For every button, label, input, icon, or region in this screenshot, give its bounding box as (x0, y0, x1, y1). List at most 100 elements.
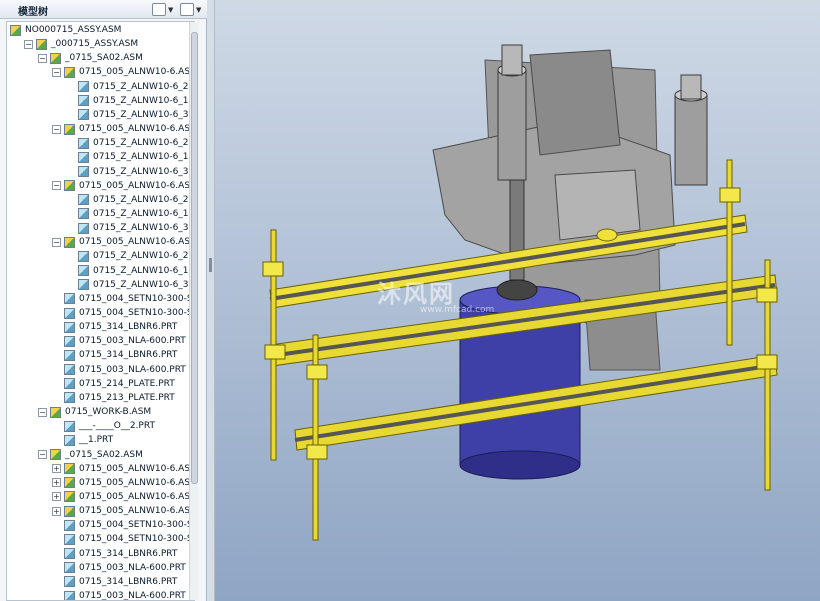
tree-item-part[interactable]: 0715_003_NLA-600.PRT (52, 561, 186, 575)
tree-item-label: 0715_Z_ALNW10-6_3.PRT (93, 279, 194, 290)
tree-item-part[interactable]: 0715_214_PLATE.PRT (52, 377, 175, 391)
tree-item-part[interactable]: 0715_003_NLA-600.PRT (52, 589, 186, 601)
assembly-icon (36, 38, 47, 50)
tree-item-assembly[interactable]: +0715_005_ALNW10-6.ASM (52, 490, 194, 504)
clamp-1-shape (262, 261, 284, 277)
right-cylinder-shape (674, 94, 708, 186)
tree-item-assembly[interactable]: − _0715_SA02.ASM (38, 51, 143, 65)
collapse-icon[interactable]: − (38, 53, 47, 63)
tree-item-part[interactable]: 0715_Z_ALNW10-6_1.PRT (66, 207, 194, 221)
tree-item-label: 0715_003_NLA-600.PRT (79, 591, 186, 601)
tree-item-assembly[interactable]: − 0715_005_ALNW10-6.ASM (52, 235, 195, 249)
tree-item-part[interactable]: __1.PRT (52, 433, 113, 447)
collapse-icon[interactable]: − (24, 39, 33, 49)
assembly-model-render[interactable] (215, 0, 820, 601)
part-icon (64, 562, 75, 574)
tree-item-part[interactable]: 0715_003_NLA-600.PRT (52, 363, 186, 377)
expand-icon[interactable]: + (52, 506, 61, 516)
tree-item-part[interactable]: 0715_314_LBNR6.PRT (52, 348, 177, 362)
tree-item-part[interactable]: 0715_314_LBNR6.PRT (52, 547, 177, 561)
left-cylinder-head-shape (501, 44, 523, 76)
tree-item-assembly[interactable]: +0715_005_ALNW10-6.ASM (52, 462, 194, 476)
tree-item-assembly[interactable]: +0715_005_ALNW10-6.ASM (52, 476, 195, 490)
tree-scrollbar[interactable] (189, 22, 198, 600)
clamp-2-shape (264, 344, 286, 360)
tree-item-label: 0715_Z_ALNW10-6_2.PRT (93, 194, 194, 205)
tree-item-label: 0715_Z_ALNW10-6_2.PRT (93, 81, 194, 92)
tree-item-part[interactable]: 0715_Z_ALNW10-6_2.PRT (66, 249, 194, 263)
tree-item-assembly[interactable]: − 0715_005_ALNW10-6.ASM (52, 179, 194, 193)
tree-item-label: 0715_005_ALNW10-6.ASM (79, 237, 195, 248)
tree-item-label: 0715_004_SETN10-300-SC10-I (79, 308, 194, 318)
tree-item-label: 0715_003_NLA-600.PRT (79, 562, 186, 573)
tree-item-assembly[interactable]: +0715_005_ALNW10-6.ASM (52, 504, 194, 518)
tree-item-part[interactable]: 0715_Z_ALNW10-6_3.PRT (66, 108, 194, 122)
tree-item-part[interactable]: 0715_Z_ALNW10-6_3.PRT (66, 165, 194, 179)
expand-icon[interactable]: + (52, 464, 61, 474)
tree-item-part[interactable]: 0715_Z_ALNW10-6_3.PRT (66, 221, 194, 235)
tree-item-part[interactable]: 0715_Z_ALNW10-6_1.PRT (66, 94, 194, 108)
expand-icon[interactable]: + (52, 492, 61, 502)
collapse-icon[interactable]: − (52, 67, 61, 77)
tree-scrollbar-thumb[interactable] (191, 32, 198, 484)
tree-item-part[interactable]: 0715_004_SETN10-300-SC10-I (52, 532, 194, 546)
tree-item-assembly[interactable]: − 0715_WORK-B.ASM (38, 405, 151, 419)
tree-item-part[interactable]: 0715_213_PLATE.PRT (52, 391, 175, 405)
part-icon (64, 434, 75, 446)
collapse-icon[interactable]: − (38, 407, 47, 417)
tree-item-part[interactable]: 0715_003_NLA-600.PRT (52, 334, 186, 348)
tree-item-assembly[interactable]: NO000715_ASSY.ASM (10, 23, 121, 37)
expand-icon[interactable]: + (52, 478, 61, 488)
part-icon (64, 293, 75, 305)
tree-item-label: 0715_005_ALNW10-6.ASM (79, 477, 195, 488)
3d-viewport[interactable]: 沐风网 www.mfcad.com (215, 0, 820, 601)
housing-block-shape (529, 49, 621, 156)
collapse-icon[interactable]: − (52, 181, 61, 191)
clamp-4-shape (306, 444, 328, 460)
collapse-icon[interactable]: − (52, 124, 61, 134)
tree-item-part[interactable]: ___-____O__2.PRT (52, 419, 155, 433)
tree-item-part[interactable]: 0715_Z_ALNW10-6_2.PRT (66, 136, 194, 150)
collapse-icon[interactable]: − (52, 237, 61, 247)
tree-item-label: ___-____O__2.PRT (79, 421, 155, 432)
tree-item-part[interactable]: 0715_Z_ALNW10-6_3.PRT (66, 278, 194, 292)
tree-item-part[interactable]: 0715_004_SETN10-300-SC10-I (52, 292, 194, 306)
watermark-url: www.mfcad.com (420, 305, 495, 315)
part-icon (78, 109, 89, 121)
part-icon (78, 265, 89, 277)
tree-item-part[interactable]: 0715_Z_ALNW10-6_2.PRT (66, 80, 194, 94)
clamp-3-shape (306, 364, 328, 380)
tree-item-assembly[interactable]: − _000715_ASSY.ASM (24, 37, 138, 51)
tree-item-part[interactable]: 0715_Z_ALNW10-6_1.PRT (66, 264, 194, 278)
tree-item-part[interactable]: 0715_314_LBNR6.PRT (52, 575, 177, 589)
tree-item-assembly[interactable]: − _0715_SA02.ASM (38, 448, 143, 462)
tree-item-assembly[interactable]: − 0715_005_ALNW10-6.ASM (52, 122, 194, 136)
tree-item-label: 0715_213_PLATE.PRT (79, 392, 175, 403)
part-icon (78, 137, 89, 149)
panel-splitter[interactable] (207, 0, 215, 601)
part-icon (78, 81, 89, 93)
part-icon (64, 364, 75, 376)
collapse-icon[interactable]: − (38, 450, 47, 459)
clamp-7-shape (756, 354, 778, 370)
tree-item-part[interactable]: 0715_004_SETN10-300-SC10-I (52, 518, 194, 532)
tree-display-button[interactable]: ▼ (180, 2, 201, 17)
tree-item-label: 0715_005_ALNW10-6.ASM (79, 67, 195, 78)
part-icon (64, 349, 75, 361)
assembly-icon (64, 236, 75, 248)
tree-item-part[interactable]: 0715_Z_ALNW10-6_2.PRT (66, 193, 194, 207)
model-tree-header: 模型树 ▼ ▼ (0, 0, 207, 19)
splitter-grip[interactable] (209, 258, 212, 272)
tree-settings-button[interactable]: ▼ (152, 2, 173, 17)
tree-item-label: 0715_Z_ALNW10-6_1.PRT (93, 265, 194, 276)
part-icon (64, 378, 75, 390)
clamp-5-shape (719, 187, 741, 203)
tree-item-part[interactable]: 0715_004_SETN10-300-SC10-I (52, 306, 194, 320)
left-cylinder-shape (497, 69, 527, 181)
tree-item-assembly[interactable]: − 0715_005_ALNW10-6.ASM (52, 65, 195, 79)
model-tree-list[interactable]: NO000715_ASSY.ASM − _000715_ASSY.ASM − _0715… (6, 21, 195, 601)
tree-item-part[interactable]: 0715_314_LBNR6.PRT (52, 320, 177, 334)
tree-item-label: 0715_314_LBNR6.PRT (79, 576, 178, 587)
tree-item-part[interactable]: 0715_Z_ALNW10-6_1.PRT (66, 150, 194, 164)
assembly-icon (10, 24, 21, 36)
